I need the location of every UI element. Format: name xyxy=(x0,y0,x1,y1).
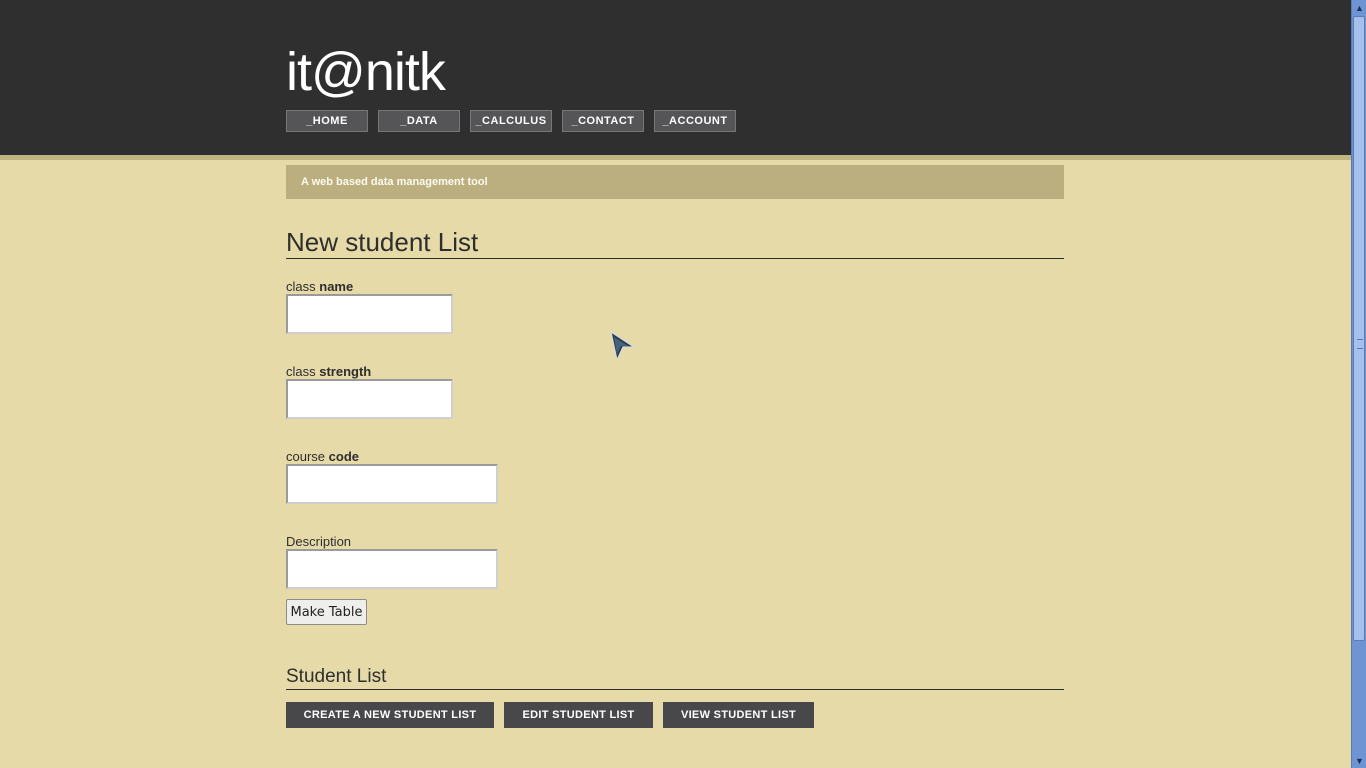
label-bold: name xyxy=(319,279,354,294)
tagline-bar: A web based data management tool xyxy=(286,165,1064,199)
description-label: Description xyxy=(286,534,351,549)
site-header: it@nitk _HOME _DATA _CALCULUS _CONTACT _… xyxy=(0,0,1351,160)
label-prefix: Description xyxy=(286,534,352,549)
vertical-scrollbar[interactable]: ▲ ▼ xyxy=(1351,0,1366,768)
site-logo[interactable]: it@nitk xyxy=(286,40,446,104)
nav-data-button[interactable]: _DATA xyxy=(378,110,460,132)
nav-home-button[interactable]: _HOME xyxy=(286,110,368,132)
course-code-label: course code xyxy=(286,449,359,464)
edit-student-list-button[interactable]: EDIT STUDENT LIST xyxy=(504,702,653,728)
make-table-button[interactable]: Make Table xyxy=(286,599,367,625)
mouse-cursor-icon xyxy=(608,330,637,367)
label-prefix: class xyxy=(286,279,316,294)
nav-calculus-button[interactable]: _CALCULUS xyxy=(470,110,552,132)
nav-contact-button[interactable]: _CONTACT xyxy=(562,110,644,132)
label-prefix: course xyxy=(286,449,326,464)
grip-icon xyxy=(1357,339,1363,349)
arrow-up-icon[interactable]: ▲ xyxy=(1352,0,1366,15)
class-strength-input[interactable] xyxy=(286,379,453,419)
class-name-label: class name xyxy=(286,279,353,294)
label-bold: strength xyxy=(319,364,372,379)
class-strength-label: class strength xyxy=(286,364,371,379)
arrow-down-icon[interactable]: ▼ xyxy=(1352,753,1366,768)
main-nav: _HOME _DATA _CALCULUS _CONTACT _ACCOUNT xyxy=(286,110,736,132)
scrollbar-thumb[interactable] xyxy=(1353,16,1365,641)
label-bold: code xyxy=(328,449,359,464)
nav-account-button[interactable]: _ACCOUNT xyxy=(654,110,736,132)
label-prefix: class xyxy=(286,364,316,379)
view-student-list-button[interactable]: VIEW STUDENT LIST xyxy=(663,702,814,728)
student-list-title: Student List xyxy=(286,666,1064,690)
form-title: New student List xyxy=(286,226,1064,259)
class-name-input[interactable] xyxy=(286,294,453,334)
create-student-list-button[interactable]: CREATE A NEW STUDENT LIST xyxy=(286,702,494,728)
description-input[interactable] xyxy=(286,549,498,589)
course-code-input[interactable] xyxy=(286,464,498,504)
